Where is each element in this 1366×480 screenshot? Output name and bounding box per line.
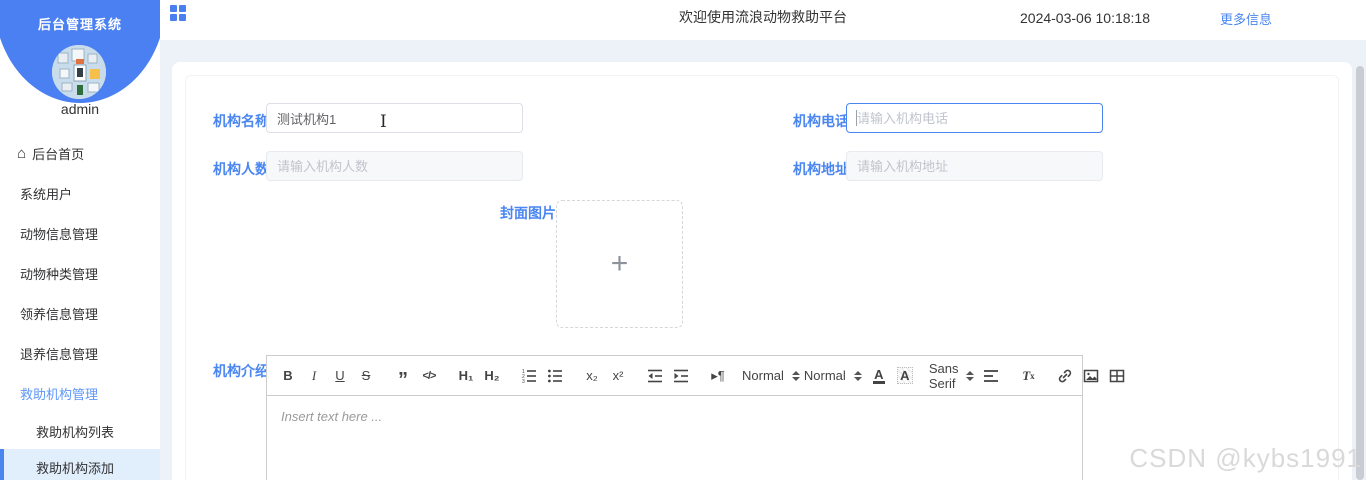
sidebar-item-animal-info[interactable]: 动物信息管理 xyxy=(0,213,160,253)
sidebar-item-label: 救助机构列表 xyxy=(36,424,115,440)
editor-toolbar: B I U S ” </> H₁ H₂ 123 x₂ x² ▸¶ Normal … xyxy=(267,356,1125,396)
sidebar-item-animal-type[interactable]: 动物种类管理 xyxy=(0,253,160,293)
align-icon[interactable] xyxy=(978,364,1004,388)
font-select-value: Sans Serif xyxy=(928,360,959,391)
datetime: 2024-03-06 10:18:18 xyxy=(1020,10,1150,26)
vertical-scrollbar[interactable] xyxy=(1356,66,1364,480)
sidebar-item-return-info[interactable]: 退养信息管理 xyxy=(0,333,160,373)
avatar-image xyxy=(52,45,106,99)
underline-button[interactable]: U xyxy=(327,364,353,388)
cover-image-label: 封面图片 xyxy=(500,205,556,221)
username: admin xyxy=(60,101,100,117)
text-direction-button[interactable]: ▸¶ xyxy=(705,364,731,388)
cover-image-upload[interactable]: + xyxy=(556,200,683,328)
strikethrough-button[interactable]: S xyxy=(353,364,379,388)
input-caret xyxy=(856,110,857,126)
editor-placeholder: Insert text here ... xyxy=(281,409,383,424)
text-color-button[interactable]: A xyxy=(866,364,892,388)
image-icon[interactable] xyxy=(1078,364,1104,388)
plus-icon: + xyxy=(610,247,629,280)
header1-button[interactable]: H₁ xyxy=(453,364,479,388)
outdent-icon[interactable] xyxy=(642,364,668,388)
subscript-button[interactable]: x₂ xyxy=(579,364,605,388)
sidebar-item-label: 领养信息管理 xyxy=(20,306,99,322)
org-address-input[interactable] xyxy=(846,151,1103,181)
link-icon[interactable] xyxy=(1052,364,1078,388)
sidebar-item-label: 救助机构管理 xyxy=(20,386,99,402)
clean-T-glyph: T xyxy=(1022,367,1031,383)
italic-button[interactable]: I xyxy=(301,364,327,388)
ordered-list-icon[interactable]: 123 xyxy=(516,364,542,388)
sidebar-item-label: 后台首页 xyxy=(32,146,85,162)
sidebar-item-label: 动物种类管理 xyxy=(20,266,99,282)
clean-format-button[interactable]: Tx xyxy=(1015,364,1041,388)
sidebar-item-label: 动物信息管理 xyxy=(20,226,99,242)
size-select-value: Normal xyxy=(742,368,784,383)
header2-button[interactable]: H₂ xyxy=(479,364,505,388)
sidebar-item-home[interactable]: ⌂ 后台首页 xyxy=(0,133,160,173)
rich-text-editor: B I U S ” </> H₁ H₂ 123 x₂ x² ▸¶ Normal … xyxy=(266,355,1125,480)
main-content: 机构名称 I 机构电话 机构人数 机构地址 封面图片 + 机构介绍 B xyxy=(160,40,1366,480)
org-people-label: 机构人数 xyxy=(213,161,269,177)
org-name-input[interactable] xyxy=(266,103,523,133)
superscript-button[interactable]: x² xyxy=(605,364,631,388)
org-phone-input[interactable] xyxy=(846,103,1103,133)
sidebar-item-label: 系统用户 xyxy=(20,186,73,202)
sidebar-item-adoption-info[interactable]: 领养信息管理 xyxy=(0,293,160,333)
chevron-updown-icon xyxy=(791,370,800,381)
home-icon: ⌂ xyxy=(17,144,27,162)
sidebar-item-rescue-org-list[interactable]: 救助机构列表 xyxy=(0,413,160,449)
sidebar-item-label: 救助机构添加 xyxy=(36,460,115,476)
app-title: 后台管理系统 xyxy=(37,17,122,32)
indent-icon[interactable] xyxy=(668,364,694,388)
bold-button[interactable]: B xyxy=(275,364,301,388)
form-card: 机构名称 I 机构电话 机构人数 机构地址 封面图片 + 机构介绍 B xyxy=(172,62,1352,480)
avatar[interactable] xyxy=(52,45,106,99)
org-address-label: 机构地址 xyxy=(793,161,849,177)
font-select[interactable]: Sans Serif xyxy=(929,361,975,391)
sidebar-item-label: 退养信息管理 xyxy=(20,346,99,362)
bullet-list-icon[interactable] xyxy=(542,364,568,388)
sidebar-menu: ⌂ 后台首页 系统用户 动物信息管理 动物种类管理 领养信息管理 退养信息管理 … xyxy=(0,133,160,480)
sidebar-item-system-users[interactable]: 系统用户 xyxy=(0,173,160,213)
header-select-value: Normal xyxy=(803,368,846,383)
topbar: 欢迎使用流浪动物救助平台 2024-03-06 10:18:18 更多信息 xyxy=(160,0,1366,40)
editor-content[interactable]: Insert text here ... xyxy=(267,396,1082,480)
color-A-icon: A xyxy=(873,366,885,384)
background-A-icon: A xyxy=(897,367,913,384)
header-select[interactable]: Normal xyxy=(804,368,862,383)
size-select[interactable]: Normal xyxy=(742,368,800,383)
sidebar-item-rescue-org-add[interactable]: 救助机构添加 xyxy=(0,449,160,480)
code-block-button[interactable]: </> xyxy=(416,364,442,388)
org-people-input[interactable] xyxy=(266,151,523,181)
blockquote-button[interactable]: ” xyxy=(390,364,416,390)
more-info-link[interactable]: 更多信息 xyxy=(1220,9,1272,28)
page-title: 欢迎使用流浪动物救助平台 xyxy=(679,9,847,25)
org-intro-label: 机构介绍 xyxy=(213,363,269,379)
sidebar: 后台管理系统 admin ⌂ 后台首页 系统用户 动物信息管理 动物种类管理 领… xyxy=(0,0,160,480)
org-name-label: 机构名称 xyxy=(213,113,269,129)
svg-text:3: 3 xyxy=(522,379,525,384)
video-icon[interactable] xyxy=(1104,364,1130,388)
org-phone-label: 机构电话 xyxy=(793,113,849,129)
sidebar-item-rescue-org[interactable]: 救助机构管理 xyxy=(0,373,160,413)
chevron-updown-icon xyxy=(966,370,975,381)
background-color-button[interactable]: A xyxy=(892,364,918,388)
app-window: 后台管理系统 admin ⌂ 后台首页 系统用户 动物信息管理 动物种类管理 领… xyxy=(0,0,1366,480)
chevron-updown-icon xyxy=(853,370,862,381)
